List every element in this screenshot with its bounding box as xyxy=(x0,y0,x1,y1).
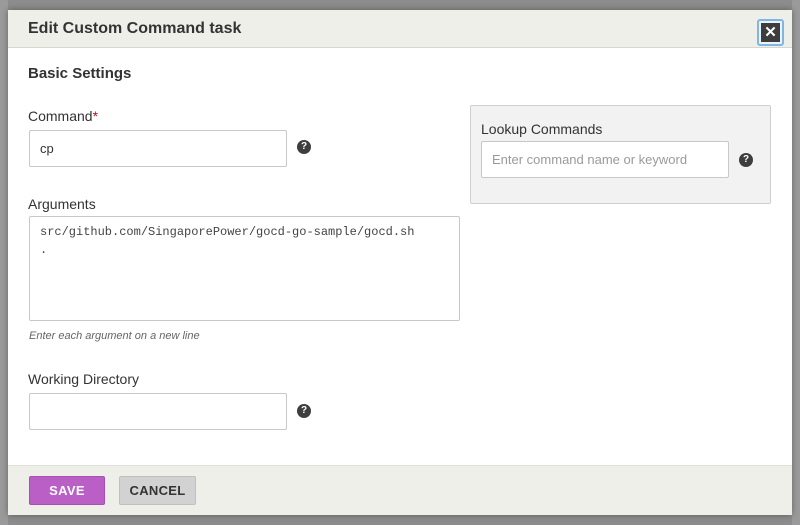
arguments-textarea[interactable]: src/github.com/SingaporePower/gocd-go-sa… xyxy=(29,216,460,321)
required-mark: * xyxy=(92,108,99,124)
lookup-help-icon[interactable]: ? xyxy=(739,153,753,167)
modal-header: Edit Custom Command task ✕ xyxy=(8,10,792,48)
command-input[interactable]: cp xyxy=(29,130,287,167)
command-help-icon[interactable]: ? xyxy=(297,140,311,154)
lookup-commands-panel: Lookup Commands Enter command name or ke… xyxy=(470,105,771,204)
lookup-commands-input[interactable]: Enter command name or keyword xyxy=(481,141,729,178)
lookup-commands-label: Lookup Commands xyxy=(481,121,603,137)
command-label: Command* xyxy=(28,108,98,124)
close-icon: ✕ xyxy=(761,23,780,42)
cancel-button[interactable]: CANCEL xyxy=(119,476,196,505)
backdrop xyxy=(0,0,8,525)
section-title: Basic Settings xyxy=(28,65,132,82)
working-directory-label: Working Directory xyxy=(28,371,139,387)
working-directory-help-icon[interactable]: ? xyxy=(297,404,311,418)
backdrop xyxy=(792,0,800,525)
save-button[interactable]: SAVE xyxy=(29,476,105,505)
close-button[interactable]: ✕ xyxy=(757,19,784,46)
working-directory-input[interactable] xyxy=(29,393,287,430)
modal-title: Edit Custom Command task xyxy=(28,20,242,37)
edit-task-modal: Edit Custom Command task ✕ Basic Setting… xyxy=(8,10,792,515)
command-label-text: Command xyxy=(28,108,93,124)
modal-footer: SAVE CANCEL xyxy=(8,465,792,515)
arguments-help-text: Enter each argument on a new line xyxy=(29,330,200,342)
arguments-label: Arguments xyxy=(28,196,96,212)
